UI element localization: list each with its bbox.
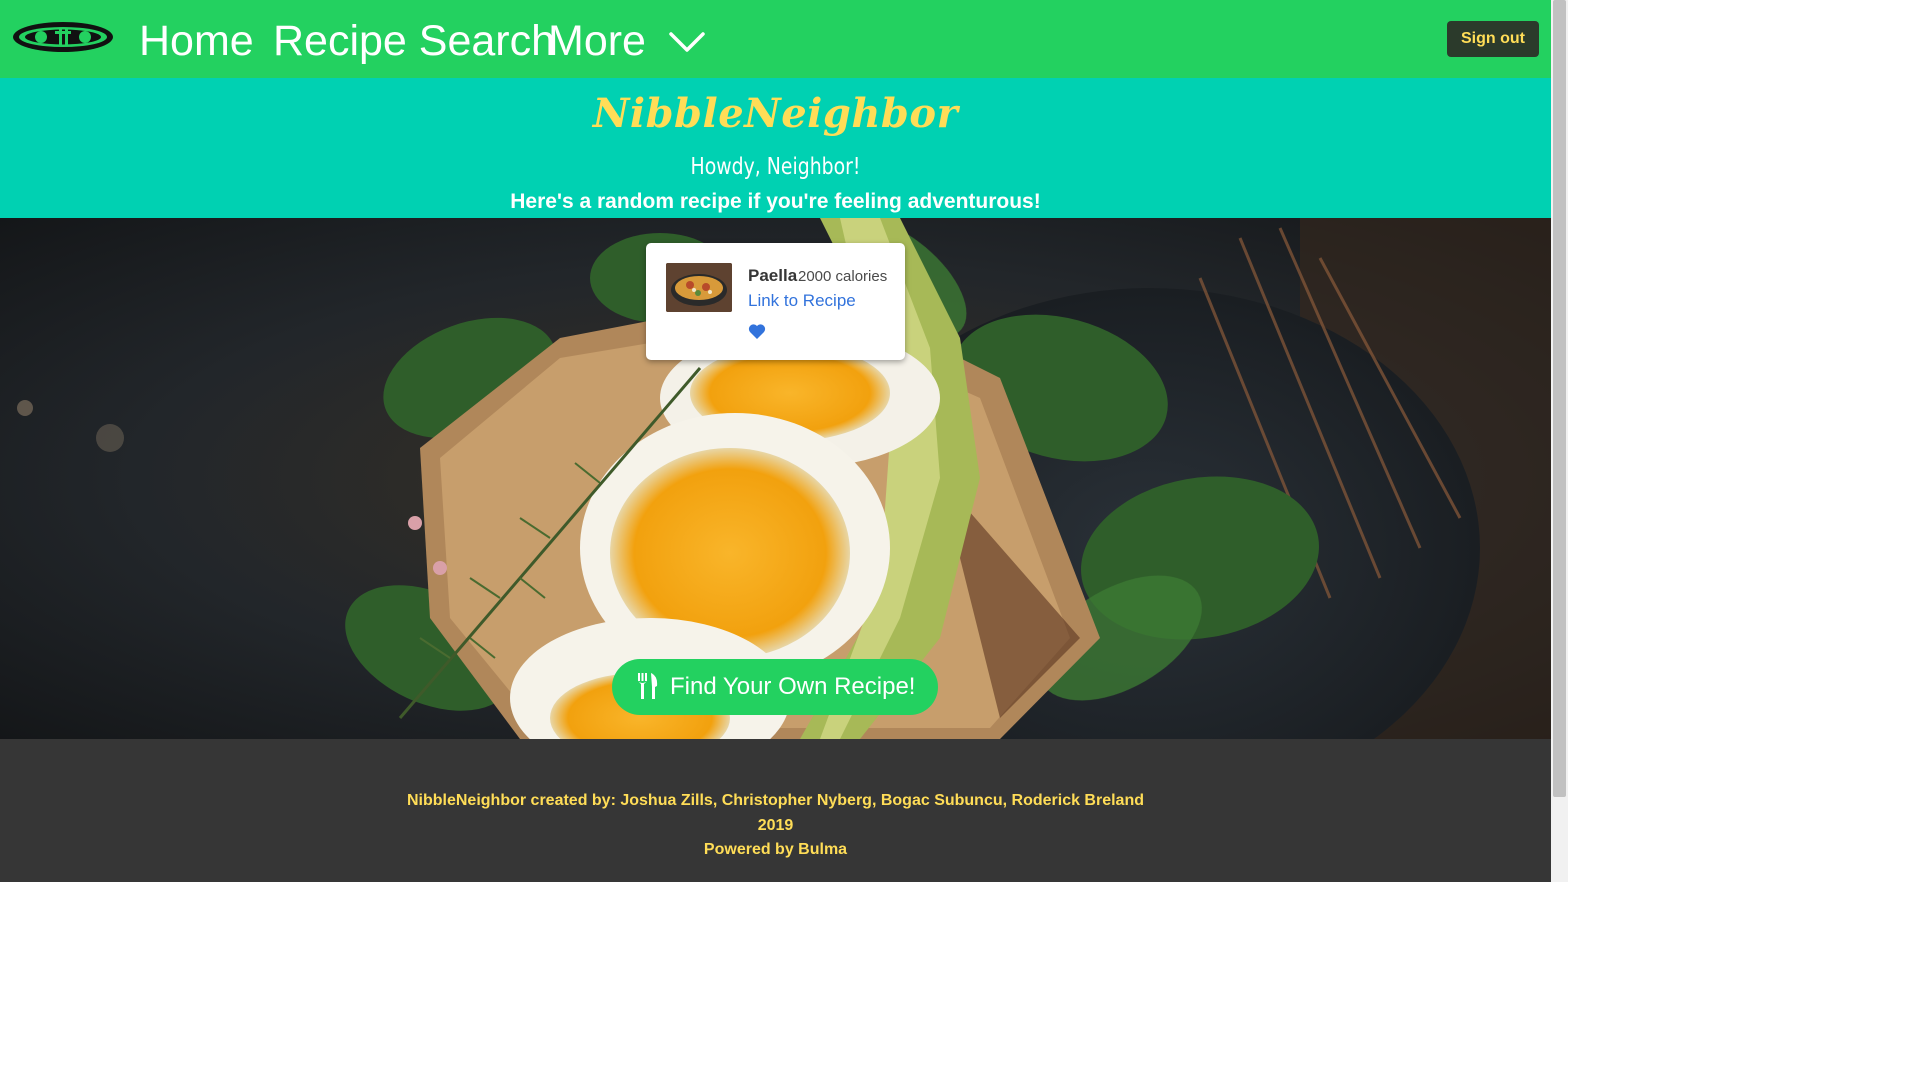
recipe-name: Paella [748, 266, 798, 285]
random-recipe-card: Paella 2000 calories Link to Recipe [646, 243, 905, 360]
recipe-calories: 2000 calories [798, 268, 888, 285]
recipe-link[interactable]: Link to Recipe [748, 291, 856, 311]
navbar: Home Recipe Search More Sign out [0, 0, 1551, 78]
utensils-icon [638, 673, 658, 699]
recipe-thumbnail[interactable] [666, 263, 732, 312]
footer-powered-by: Powered by Bulma [703, 841, 848, 858]
welcome-banner: NibbleNeighbor Howdy, Neighbor! Here's a… [0, 78, 1551, 218]
sign-out-button[interactable]: Sign out [1447, 21, 1539, 57]
page-scrollbar[interactable] [1551, 0, 1568, 882]
footer: NibbleNeighbor created by: Joshua Zills,… [0, 739, 1551, 882]
find-your-own-recipe-button[interactable]: Find Your Own Recipe! [612, 659, 938, 715]
nav-recipe-search-link[interactable]: Recipe Search [273, 14, 555, 68]
nav-home-link[interactable]: Home [139, 14, 254, 68]
greeting-heading: Howdy, Neighbor! [690, 154, 861, 180]
page: Home Recipe Search More Sign out NibbleN… [0, 0, 1551, 882]
find-recipe-label: Find Your Own Recipe! [670, 673, 916, 700]
chevron-down-icon[interactable] [669, 30, 705, 54]
heart-icon[interactable] [748, 323, 766, 340]
hero-section: Paella 2000 calories Link to Recipe Find… [0, 218, 1551, 739]
brand-title: NibbleNeighbor [592, 90, 959, 137]
scrollbar-thumb[interactable] [1553, 0, 1566, 797]
plate-cutlery-icon[interactable] [11, 20, 115, 54]
random-recipe-subtitle: Here's a random recipe if you're feeling… [510, 190, 1041, 213]
paella-image [666, 263, 732, 312]
nav-more-dropdown[interactable]: More [548, 14, 646, 68]
footer-credits: NibbleNeighbor created by: Joshua Zills,… [406, 792, 1144, 809]
footer-year: 2019 [757, 817, 794, 834]
